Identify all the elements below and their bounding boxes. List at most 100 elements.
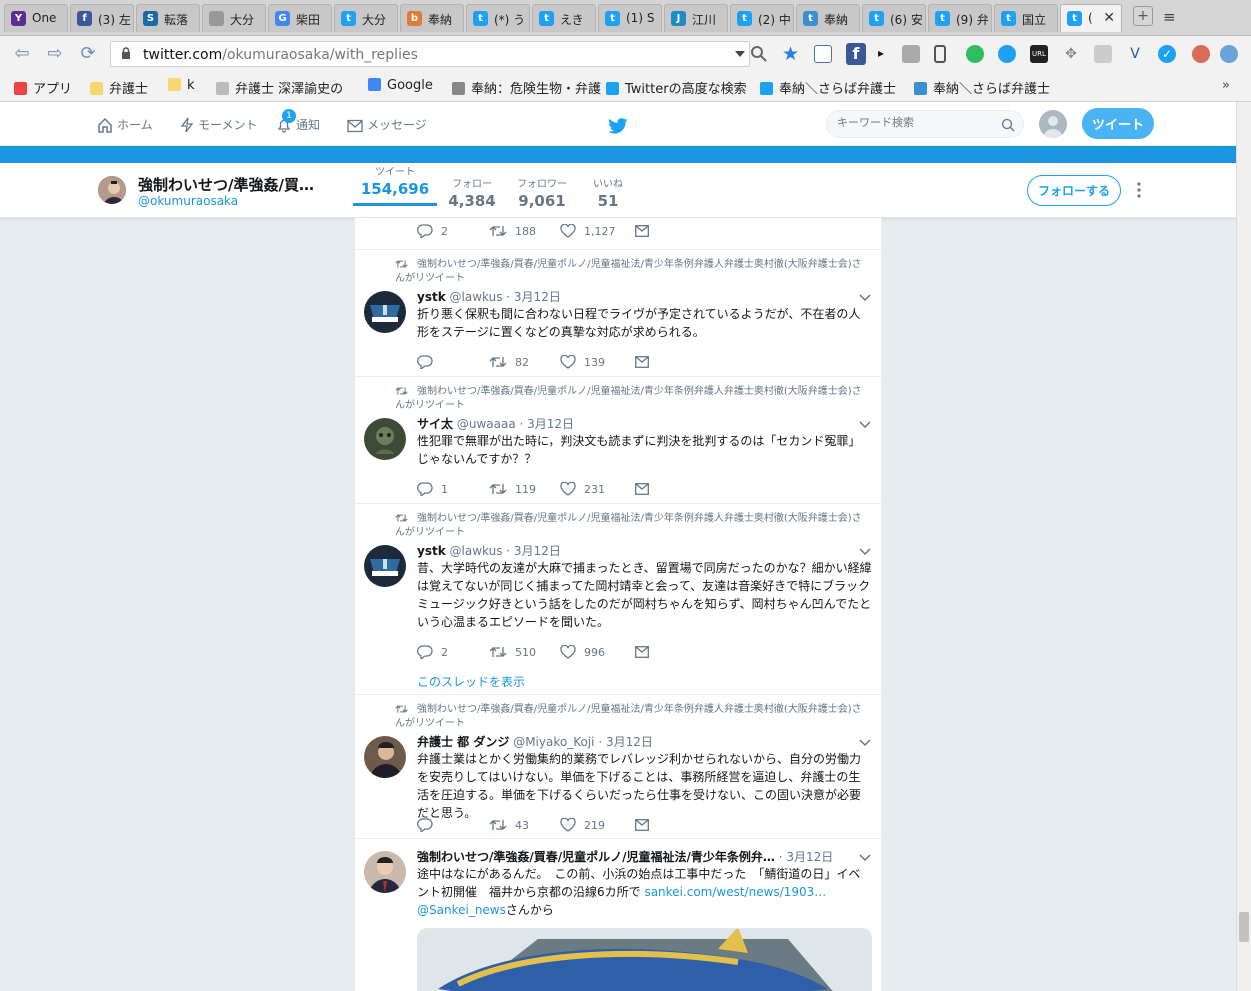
profile-handle[interactable]: @okumuraosaka bbox=[138, 194, 238, 208]
tweet-author-name[interactable]: ystk bbox=[417, 290, 446, 304]
arrow-right-icon[interactable]: ▸ bbox=[878, 46, 884, 60]
like-button[interactable]: 1,127 bbox=[560, 223, 616, 240]
browser-tab[interactable]: t 国立 bbox=[994, 4, 1058, 32]
facebook-icon[interactable]: f bbox=[846, 43, 866, 65]
new-tab-icon[interactable]: + bbox=[1133, 6, 1153, 26]
url-shortener-icon[interactable]: URL bbox=[1030, 45, 1048, 63]
tweet-avatar[interactable] bbox=[364, 545, 406, 587]
bookmark-item[interactable]: k bbox=[168, 78, 195, 93]
tweet-avatar[interactable] bbox=[364, 851, 406, 893]
bookmark-item[interactable]: 奉納＼さらば弁護士 bbox=[760, 78, 896, 97]
stat-following[interactable]: フォロー 4,384 bbox=[447, 175, 497, 210]
tweet-author-name[interactable]: 強制わいせつ/準強姦/買春/児童ポルノ/児童福祉法/青少年条例弁… bbox=[417, 848, 775, 865]
search-input[interactable] bbox=[837, 116, 987, 129]
like-button[interactable]: 219 bbox=[560, 817, 605, 834]
browser-tab[interactable]: t えき bbox=[532, 4, 596, 32]
evernote-icon[interactable] bbox=[966, 45, 984, 63]
tweet-author-handle[interactable]: @lawkus bbox=[450, 290, 503, 304]
twitter-extension-icon[interactable] bbox=[998, 45, 1016, 63]
tweet-date[interactable]: · 3月12日 bbox=[779, 850, 834, 864]
retweet-context[interactable]: 強制わいせつ/準強姦/買春/児童ポルノ/児童福祉法/青少年条例弁護人弁護士奥村徹… bbox=[395, 512, 865, 540]
tweet-button[interactable]: ツイート bbox=[1082, 108, 1154, 139]
dm-button[interactable] bbox=[635, 645, 649, 661]
retweet-button[interactable]: 43 bbox=[489, 818, 529, 834]
tweet-author-handle[interactable]: @uwaaaa bbox=[457, 417, 516, 431]
reply-button[interactable]: 1 bbox=[417, 482, 448, 498]
bookmark-item[interactable]: Google bbox=[368, 78, 433, 93]
retweet-context[interactable]: 強制わいせつ/準強姦/買春/児童ポルノ/児童福祉法/青少年条例弁護人弁護士奥村徹… bbox=[395, 258, 865, 286]
tweet-date[interactable]: · 3月12日 bbox=[520, 417, 575, 431]
search-icon[interactable] bbox=[1001, 118, 1015, 132]
retweet-button[interactable]: 82 bbox=[489, 355, 529, 371]
bookmark-item[interactable]: 弁護士 bbox=[90, 78, 148, 97]
browser-tab[interactable]: t (✕ bbox=[1060, 4, 1122, 32]
stat-likes[interactable]: いいね 51 bbox=[588, 175, 628, 210]
dm-button[interactable] bbox=[635, 224, 649, 240]
browser-menu-icon[interactable]: ≡ bbox=[1163, 8, 1176, 26]
forward-icon[interactable]: ⇨ bbox=[43, 42, 67, 66]
like-button[interactable]: 139 bbox=[560, 354, 605, 371]
bookmark-item[interactable]: 弁護士 深澤諭史の bbox=[216, 78, 343, 97]
tweet-link[interactable]: sankei.com/west/news/1903… bbox=[644, 885, 826, 899]
chevron-down-icon[interactable] bbox=[859, 294, 871, 302]
reply-button[interactable]: 2 bbox=[417, 224, 448, 240]
browser-tab[interactable]: t (1) S bbox=[598, 4, 662, 32]
page-scrollbar[interactable] bbox=[1236, 102, 1251, 991]
retweet-button[interactable]: 510 bbox=[489, 645, 536, 661]
extension-icon[interactable] bbox=[1094, 45, 1112, 63]
nav-messages[interactable]: メッセージ bbox=[347, 116, 427, 133]
tweet-item[interactable]: 強制わいせつ/準強姦/買春/児童ポルノ/児童福祉法/青少年条例弁護人弁護士奥村徹… bbox=[355, 504, 881, 695]
reload-icon[interactable]: ⟳ bbox=[76, 42, 100, 66]
browser-tab[interactable]: t 大分 bbox=[334, 4, 398, 32]
chevron-down-icon[interactable] bbox=[859, 548, 871, 556]
profile-avatar[interactable] bbox=[96, 174, 128, 206]
tweet-item[interactable]: 強制わいせつ/準強姦/買春/児童ポルノ/児童福祉法/青少年条例弁護人弁護士奥村徹… bbox=[355, 695, 881, 839]
scrollbar-thumb[interactable] bbox=[1239, 912, 1249, 942]
browser-tab[interactable]: t 奉納 bbox=[796, 4, 860, 32]
extension-icon[interactable] bbox=[902, 45, 920, 63]
like-button[interactable]: 231 bbox=[560, 481, 605, 498]
tweet-date[interactable]: · 3月12日 bbox=[598, 735, 653, 749]
zoom-icon[interactable] bbox=[751, 46, 767, 62]
retweet-context[interactable]: 強制わいせつ/準強姦/買春/児童ポルノ/児童福祉法/青少年条例弁護人弁護士奥村徹… bbox=[395, 385, 865, 413]
home-extension-icon[interactable] bbox=[814, 45, 832, 63]
reply-button[interactable] bbox=[417, 355, 441, 371]
browser-tab[interactable]: J 江川 bbox=[664, 4, 728, 32]
reply-button[interactable]: 2 bbox=[417, 645, 448, 661]
more-options-icon[interactable] bbox=[1136, 181, 1142, 199]
like-button[interactable]: 996 bbox=[560, 644, 605, 661]
link-card-image[interactable] bbox=[417, 928, 872, 991]
twitter-logo-icon[interactable] bbox=[608, 118, 628, 134]
browser-tab[interactable]: G 柴田 bbox=[268, 4, 332, 32]
follow-button[interactable]: フォローする bbox=[1027, 175, 1121, 206]
profile-name[interactable]: 強制わいせつ/準強姦/買… bbox=[138, 174, 314, 195]
bookmark-item[interactable]: アプリ bbox=[14, 78, 72, 97]
chevron-down-icon[interactable] bbox=[859, 421, 871, 429]
tweet-date[interactable]: · 3月12日 bbox=[506, 544, 561, 558]
address-bar[interactable]: twitter.com/okumuraosaka/with_replies bbox=[110, 41, 750, 67]
check-icon[interactable]: ✓ bbox=[1158, 45, 1176, 63]
nav-moments[interactable]: モーメント bbox=[180, 116, 258, 133]
user-avatar-icon[interactable] bbox=[1192, 45, 1210, 63]
browser-tab[interactable]: t (2) 中 bbox=[730, 4, 794, 32]
tweet-item[interactable]: 2 188 1,127 bbox=[355, 218, 881, 250]
browser-tab[interactable]: t (9) 弁 bbox=[928, 4, 992, 32]
browser-tab[interactable]: f (3) 左 bbox=[70, 4, 134, 32]
search-box[interactable] bbox=[826, 110, 1024, 138]
tweet-item[interactable]: 強制わいせつ/準強姦/買春/児童ポルノ/児童福祉法/青少年条例弁護人弁護士奥村徹… bbox=[355, 377, 881, 504]
tweet-author-name[interactable]: ystk bbox=[417, 544, 446, 558]
dm-button[interactable] bbox=[635, 355, 649, 371]
tweet-author-name[interactable]: サイ太 bbox=[417, 417, 453, 431]
retweet-button[interactable]: 188 bbox=[489, 224, 536, 240]
settings-icon[interactable] bbox=[1220, 45, 1238, 63]
nav-home[interactable]: ホーム bbox=[97, 116, 153, 133]
back-icon[interactable]: ⇦ bbox=[10, 42, 34, 66]
tweet-author-handle[interactable]: @lawkus bbox=[450, 544, 503, 558]
close-tab-icon[interactable]: ✕ bbox=[1103, 10, 1115, 26]
bookmark-item[interactable]: 奉納＼さらば弁護士 bbox=[914, 78, 1050, 97]
bookmark-icon[interactable] bbox=[934, 45, 946, 63]
move-icon[interactable]: ✥ bbox=[1062, 45, 1080, 63]
bookmark-item[interactable]: Twitterの高度な検索 bbox=[606, 78, 747, 97]
retweet-button[interactable]: 119 bbox=[489, 482, 536, 498]
tweet-avatar[interactable] bbox=[364, 418, 406, 460]
